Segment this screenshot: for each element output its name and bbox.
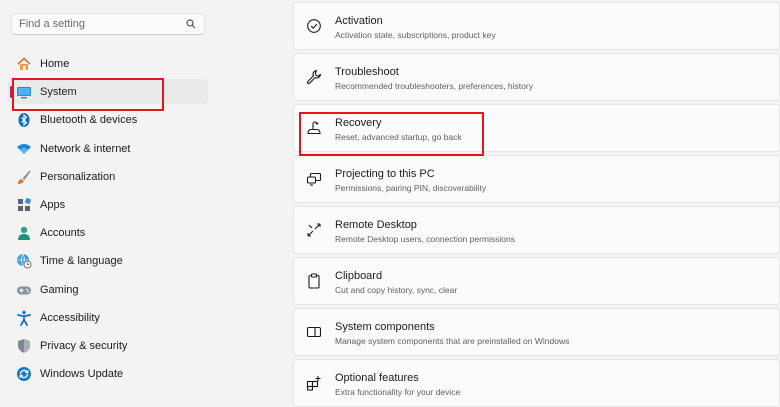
sidebar-nav: Home System Bluetooth & devices Network … bbox=[8, 51, 208, 389]
sidebar-item-label: Bluetooth & devices bbox=[40, 114, 138, 127]
setting-projecting[interactable]: Projecting to this PC Permissions, pairi… bbox=[293, 155, 780, 203]
setting-remote-desktop[interactable]: Remote Desktop Remote Desktop users, con… bbox=[293, 206, 780, 254]
sidebar-item-label: Privacy & security bbox=[40, 339, 128, 352]
shield-icon bbox=[16, 338, 32, 354]
system-icon bbox=[16, 84, 32, 100]
sidebar-item-accessibility[interactable]: Accessibility bbox=[8, 305, 208, 330]
setting-optional-features[interactable]: Optional features Extra functionality fo… bbox=[293, 359, 780, 407]
setting-clipboard[interactable]: Clipboard Cut and copy history, sync, cl… bbox=[293, 257, 780, 305]
apps-icon bbox=[16, 197, 32, 213]
setting-system-components[interactable]: System components Manage system componen… bbox=[293, 308, 780, 356]
setting-subtitle: Extra functionality for your device bbox=[335, 387, 461, 397]
sidebar-item-label: Personalization bbox=[40, 170, 116, 183]
globe-clock-icon bbox=[16, 253, 32, 269]
search-input[interactable] bbox=[12, 14, 179, 34]
sidebar-item-system[interactable]: System bbox=[8, 79, 208, 105]
setting-title: Remote Desktop bbox=[335, 219, 417, 231]
sidebar-item-network[interactable]: Network & internet bbox=[8, 136, 208, 161]
brush-icon bbox=[16, 169, 32, 185]
sidebar-item-home[interactable]: Home bbox=[8, 51, 208, 76]
wifi-icon bbox=[16, 141, 32, 157]
setting-subtitle: Cut and copy history, sync, clear bbox=[335, 285, 458, 295]
sidebar-item-bluetooth[interactable]: Bluetooth & devices bbox=[8, 107, 208, 132]
setting-title: Clipboard bbox=[335, 270, 383, 282]
setting-subtitle: Reset, advanced startup, go back bbox=[335, 132, 462, 142]
setting-title: Optional features bbox=[335, 372, 419, 384]
setting-title: Recovery bbox=[335, 117, 382, 129]
sidebar-item-gaming[interactable]: Gaming bbox=[8, 277, 208, 302]
setting-title: System components bbox=[335, 321, 435, 333]
setting-subtitle: Recommended troubleshooters, preferences… bbox=[335, 81, 533, 91]
sidebar-item-label: Gaming bbox=[40, 283, 79, 296]
wrench-icon bbox=[306, 69, 322, 85]
setting-activation[interactable]: Activation Activation state, subscriptio… bbox=[293, 2, 780, 50]
sidebar-item-label: System bbox=[40, 86, 77, 99]
setting-title: Troubleshoot bbox=[335, 66, 399, 78]
sidebar-item-windows-update[interactable]: Windows Update bbox=[8, 361, 208, 386]
bluetooth-icon bbox=[16, 112, 32, 128]
sidebar-item-label: Windows Update bbox=[40, 368, 124, 381]
sidebar-item-personalization[interactable]: Personalization bbox=[8, 164, 208, 189]
sidebar-item-apps[interactable]: Apps bbox=[8, 192, 208, 217]
recovery-icon bbox=[306, 120, 322, 136]
search-icon[interactable] bbox=[185, 18, 197, 30]
setting-title: Activation bbox=[335, 15, 383, 27]
gamepad-icon bbox=[16, 282, 32, 298]
accessibility-icon bbox=[16, 310, 32, 326]
clipboard-icon bbox=[306, 273, 322, 289]
setting-recovery[interactable]: Recovery Reset, advanced startup, go bac… bbox=[293, 104, 780, 152]
home-icon bbox=[16, 56, 32, 72]
sidebar-item-accounts[interactable]: Accounts bbox=[8, 220, 208, 245]
account-icon bbox=[16, 225, 32, 241]
setting-subtitle: Manage system components that are preins… bbox=[335, 336, 570, 346]
update-icon bbox=[16, 366, 32, 382]
selection-indicator bbox=[10, 86, 13, 99]
check-circle-icon bbox=[306, 18, 322, 34]
setting-troubleshoot[interactable]: Troubleshoot Recommended troubleshooters… bbox=[293, 53, 780, 101]
optional-features-icon bbox=[306, 375, 322, 391]
sidebar-item-label: Network & internet bbox=[40, 142, 131, 155]
sidebar-item-label: Home bbox=[40, 58, 70, 70]
sidebar-item-label: Time & language bbox=[40, 255, 123, 268]
setting-subtitle: Permissions, pairing PIN, discoverabilit… bbox=[335, 183, 487, 193]
system-components-icon bbox=[306, 324, 322, 340]
projecting-icon bbox=[306, 171, 322, 187]
sidebar-item-privacy-security[interactable]: Privacy & security bbox=[8, 333, 208, 358]
remote-desktop-icon bbox=[306, 222, 322, 238]
sidebar-item-label: Accessibility bbox=[40, 311, 100, 324]
setting-subtitle: Remote Desktop users, connection permiss… bbox=[335, 234, 515, 244]
sidebar-item-time-language[interactable]: Time & language bbox=[8, 248, 208, 273]
sidebar-item-label: Apps bbox=[40, 198, 66, 211]
setting-title: Projecting to this PC bbox=[335, 168, 435, 180]
settings-list: Activation Activation state, subscriptio… bbox=[293, 0, 780, 407]
sidebar-item-label: Accounts bbox=[40, 227, 86, 240]
setting-subtitle: Activation state, subscriptions, product… bbox=[335, 30, 496, 40]
search-box[interactable] bbox=[11, 13, 205, 35]
